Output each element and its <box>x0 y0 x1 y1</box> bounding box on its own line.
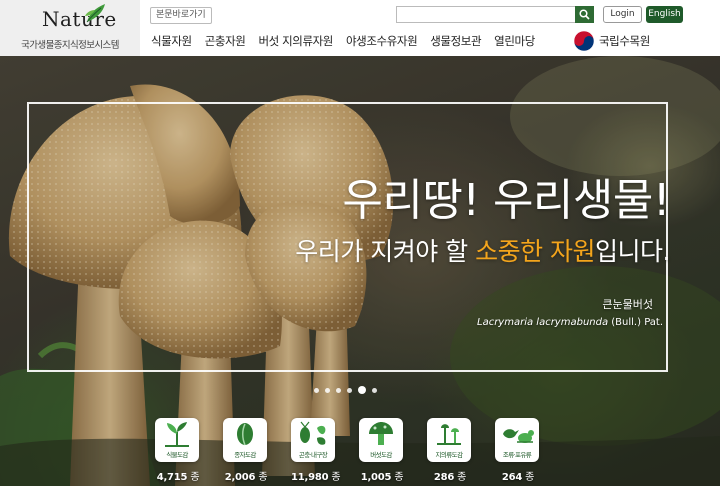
card-label: 조류·포유류 <box>502 451 532 459</box>
count-value: 4,715 <box>156 472 188 483</box>
category-card-insects[interactable]: 곤충·내구장 11,980 종 <box>291 418 341 483</box>
card-icon-box: 종자도감 <box>223 418 267 462</box>
card-count: 11,980 종 <box>291 468 341 483</box>
category-card-mushrooms[interactable]: 버섯도감 1,005 종 <box>359 418 405 483</box>
card-icon-box: 식물도감 <box>155 418 199 462</box>
count-value: 286 <box>433 472 455 483</box>
card-count: 4,715 종 <box>155 468 201 483</box>
count-unit: 종 <box>258 472 268 483</box>
site-header: Nature 국가생물종지식정보시스템 본문바로가기 Login English… <box>0 0 720 56</box>
card-label: 지의류도감 <box>435 451 464 459</box>
nav-item-wildlife[interactable]: 야생조수유자원 <box>346 33 418 53</box>
search-icon <box>579 9 590 20</box>
bird-mammal-icon <box>503 429 534 443</box>
taegeuk-icon <box>573 30 595 52</box>
card-icon-box: 조류·포유류 <box>495 418 539 462</box>
hero-banner: 우리땅! 우리생물! 우리가 지켜야 할 소중한 자원입니다. 큰눈물버섯 La… <box>0 56 720 486</box>
card-count: 2,006 종 <box>223 468 269 483</box>
site-logo[interactable]: Nature 국가생물종지식정보시스템 <box>0 0 140 56</box>
mushroom-icon <box>369 422 393 445</box>
count-unit: 종 <box>457 472 467 483</box>
slide-indicator <box>314 386 383 394</box>
species-binomial: Lacrymaria lacrymabunda <box>477 317 609 328</box>
count-value: 11,980 <box>291 472 329 483</box>
category-card-seeds[interactable]: 종자도감 2,006 종 <box>223 418 269 483</box>
gov-label: 국립수목원 <box>599 34 650 48</box>
count-unit: 종 <box>331 472 341 483</box>
skip-to-content-button[interactable]: 본문바로가기 <box>150 7 212 24</box>
card-label: 종자도감 <box>234 451 256 459</box>
nav-item-fungi-lichens[interactable]: 버섯 지의류자원 <box>258 33 333 53</box>
category-card-lichens[interactable]: 지의류도감 286 종 <box>427 418 473 483</box>
category-card-plants[interactable]: 식물도감 4,715 종 <box>155 418 201 483</box>
login-button[interactable]: Login <box>603 6 642 23</box>
card-label: 곤충·내구장 <box>298 451 328 459</box>
search-button[interactable] <box>575 6 594 23</box>
hero-subline: 우리가 지켜야 할 소중한 자원입니다. <box>295 232 670 268</box>
card-icon-box: 버섯도감 <box>359 418 403 462</box>
count-value: 2,006 <box>224 472 256 483</box>
card-label: 버섯도감 <box>370 451 392 459</box>
nav-item-community[interactable]: 열린마당 <box>494 33 535 53</box>
card-icon-box: 곤충·내구장 <box>291 418 335 462</box>
category-cards: 식물도감 4,715 종 종자도감 2,006 종 곤충·내구장 11,980 … <box>155 418 555 486</box>
search-bar <box>396 6 597 23</box>
logo-subtitle: 국가생물종지식정보시스템 <box>21 40 119 51</box>
lichen-icon <box>437 424 461 445</box>
insect-icon <box>300 421 326 445</box>
nav-item-plants[interactable]: 식물자원 <box>151 33 192 53</box>
subline-accent: 소중한 자원 <box>475 237 596 266</box>
card-icon-box: 지의류도감 <box>427 418 471 462</box>
slide-dot[interactable] <box>314 387 319 393</box>
slide-dot[interactable] <box>372 387 377 393</box>
subline-suffix: 입니다. <box>595 237 670 266</box>
card-count: 1,005 종 <box>359 468 405 483</box>
count-unit: 종 <box>525 472 535 483</box>
gov-logo[interactable]: 국립수목원 <box>573 29 650 53</box>
species-author: (Bull.) Pat. <box>608 317 663 328</box>
leaf-icon <box>85 4 105 23</box>
count-unit: 종 <box>190 472 200 483</box>
main-nav: 식물자원 곤충자원 버섯 지의류자원 야생조수유자원 생물정보관 열린마당 <box>151 33 548 53</box>
count-value: 1,005 <box>360 472 392 483</box>
species-scientific-name: Lacrymaria lacrymabunda (Bull.) Pat. <box>477 317 663 328</box>
card-count: 286 종 <box>427 468 473 483</box>
nav-item-bio-info[interactable]: 생물정보관 <box>430 33 481 53</box>
count-value: 264 <box>501 472 523 483</box>
english-button[interactable]: English <box>646 6 683 23</box>
subline-prefix: 우리가 지켜야 할 <box>295 237 476 266</box>
category-card-birds-mammals[interactable]: 조류·포유류 264 종 <box>495 418 541 483</box>
species-korean-name: 큰눈물버섯 <box>602 298 653 311</box>
card-label: 식물도감 <box>166 451 188 459</box>
search-input[interactable] <box>396 6 576 23</box>
hero-headline: 우리땅! 우리생물! <box>342 175 670 226</box>
slide-dot[interactable] <box>336 387 341 393</box>
card-count: 264 종 <box>495 468 541 483</box>
plant-sprout-icon <box>165 422 189 447</box>
slide-dot[interactable] <box>325 387 330 393</box>
slide-dot-active[interactable] <box>358 386 366 394</box>
nav-item-insects[interactable]: 곤충자원 <box>205 33 246 53</box>
slide-dot[interactable] <box>347 387 352 393</box>
count-unit: 종 <box>394 472 404 483</box>
seed-icon <box>237 423 253 446</box>
